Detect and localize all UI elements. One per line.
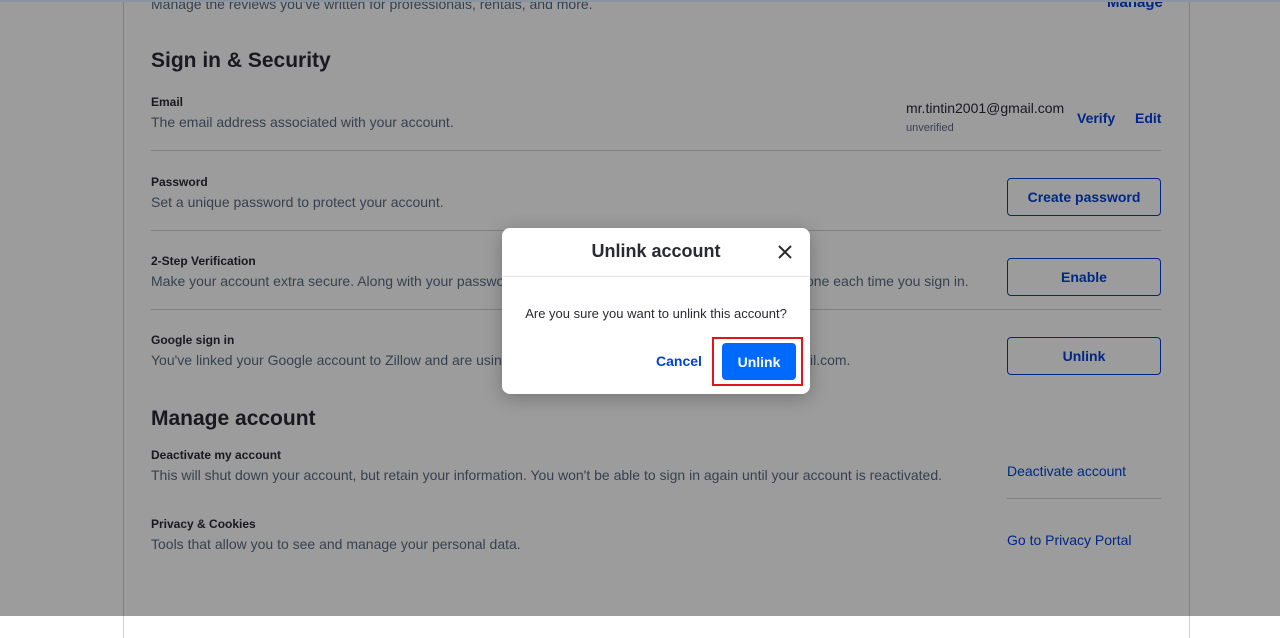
unlink-account-dialog: Unlink account Are you sure you want to …	[502, 228, 810, 394]
dialog-title: Unlink account	[591, 241, 721, 261]
cancel-button[interactable]: Cancel	[656, 353, 702, 369]
browser-top-edge	[0, 0, 1280, 2]
dialog-header: Unlink account	[502, 228, 810, 277]
confirm-unlink-button[interactable]: Unlink	[722, 343, 796, 380]
close-icon[interactable]	[774, 241, 796, 263]
dialog-message: Are you sure you want to unlink this acc…	[525, 306, 787, 321]
